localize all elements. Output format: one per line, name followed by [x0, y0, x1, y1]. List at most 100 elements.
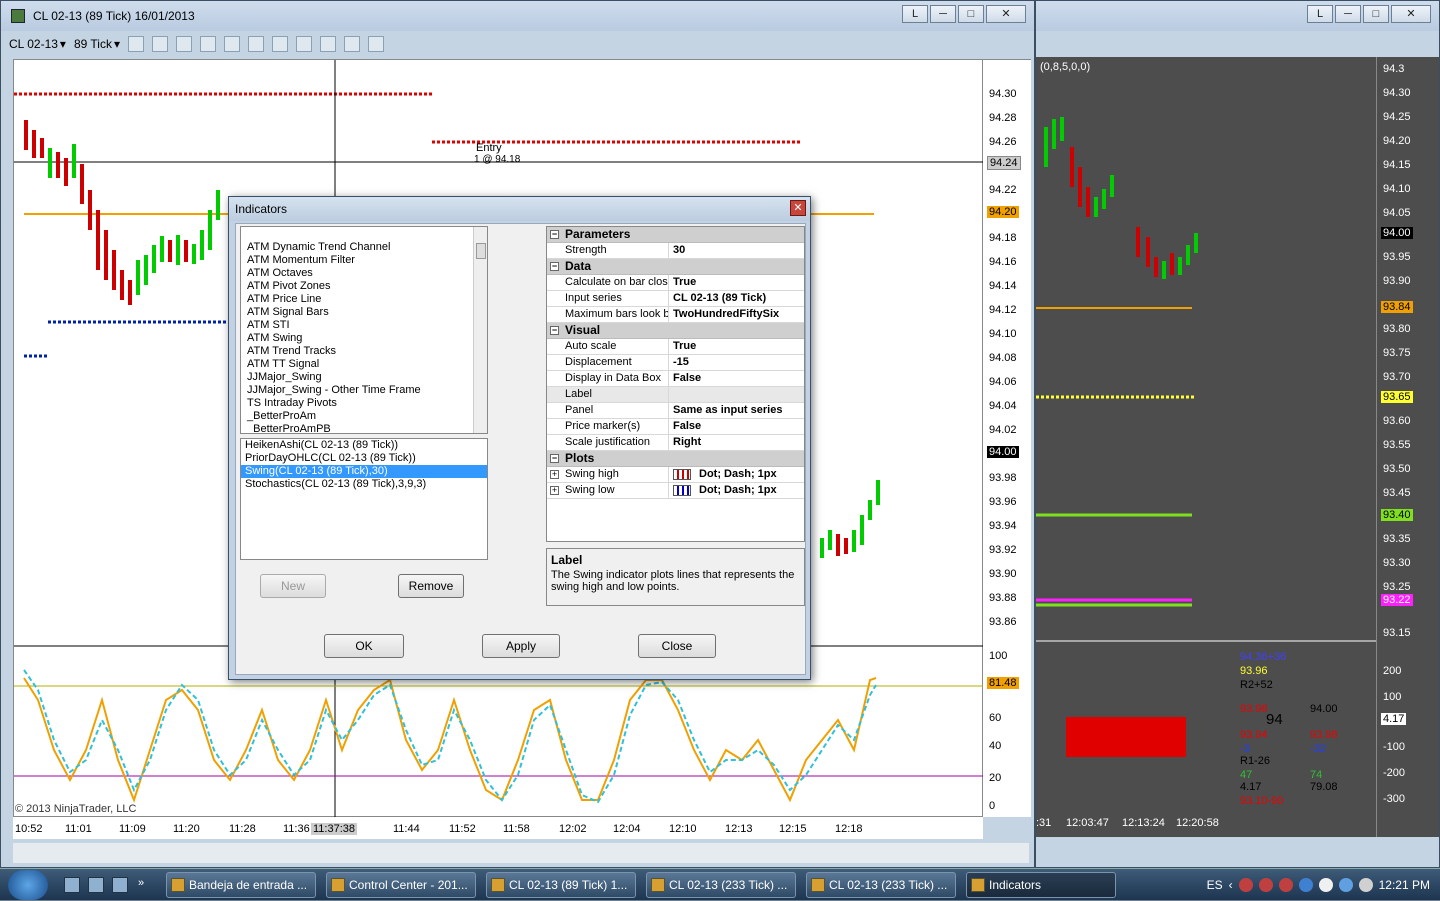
strategies-icon[interactable]: [296, 36, 312, 52]
chevron-right-icon[interactable]: »: [138, 877, 154, 893]
property-row[interactable]: Price marker(s) False: [547, 419, 804, 435]
list-item[interactable]: ATM Swing: [241, 332, 421, 345]
remove-button[interactable]: Remove: [398, 574, 464, 598]
property-row[interactable]: Strength 30: [547, 243, 804, 259]
tray-icon[interactable]: [1238, 878, 1253, 892]
tray-icon[interactable]: [1298, 878, 1313, 892]
list-item[interactable]: ATM STI: [241, 319, 421, 332]
price-chart-dark[interactable]: (0,8,5,0,0) 94.36+36 93.96 R2+52 93.98 9…: [1036, 57, 1376, 837]
close-button[interactable]: Close: [638, 634, 716, 658]
taskbar-item-active[interactable]: Indicators: [966, 872, 1116, 898]
tray-icon[interactable]: [1318, 878, 1333, 892]
add-icon[interactable]: [176, 36, 192, 52]
close-button[interactable]: ✕: [986, 5, 1026, 23]
property-row[interactable]: Calculate on bar close True: [547, 275, 804, 291]
property-row[interactable]: Scale justification Right: [547, 435, 804, 451]
time-axis[interactable]: 10:52 11:01 11:09 11:20 11:28 11:36 11:3…: [13, 817, 983, 839]
list-item[interactable]: ATM TT Signal: [241, 358, 421, 371]
taskbar-item[interactable]: CL 02-13 (89 Tick) 1...: [486, 872, 636, 898]
list-item[interactable]: HeikenAshi(CL 02-13 (89 Tick)): [241, 439, 487, 452]
new-button[interactable]: New: [260, 574, 326, 598]
horizontal-scrollbar[interactable]: [13, 843, 1029, 863]
list-item[interactable]: ATM Octaves: [241, 267, 421, 280]
expand-icon[interactable]: +: [550, 470, 559, 479]
close-icon[interactable]: ✕: [790, 200, 806, 216]
crosshair-icon[interactable]: [224, 36, 240, 52]
draw-tool-icon[interactable]: [152, 36, 168, 52]
category-plots[interactable]: − Plots: [547, 451, 804, 467]
vertical-scrollbar[interactable]: [473, 227, 487, 433]
indicators-icon[interactable]: [272, 36, 288, 52]
property-row[interactable]: Display in Data Box False: [547, 371, 804, 387]
tray-icon[interactable]: [1258, 878, 1273, 892]
language-indicator[interactable]: ES: [1207, 878, 1223, 892]
quicklaunch-icon[interactable]: [112, 877, 128, 893]
property-row[interactable]: + Swing high Dot; Dash; 1px: [547, 467, 804, 483]
bar-style-icon[interactable]: [128, 36, 144, 52]
clock[interactable]: 12:21 PM: [1379, 878, 1430, 892]
link-button[interactable]: L: [902, 5, 928, 23]
category-parameters[interactable]: − Parameters: [547, 227, 804, 243]
volume-icon[interactable]: [1358, 878, 1373, 892]
applied-indicators-list[interactable]: HeikenAshi(CL 02-13 (89 Tick)) PriorDayO…: [240, 438, 488, 560]
title-bar[interactable]: L ─ □ ✕: [1036, 1, 1439, 31]
collapse-icon[interactable]: −: [550, 262, 559, 271]
list-item[interactable]: _BetterProAmPB: [241, 423, 421, 433]
list-item[interactable]: ATM Momentum Filter: [241, 254, 421, 267]
price-axis[interactable]: 94.30 94.28 94.26 94.24 94.22 94.20 94.1…: [983, 59, 1031, 817]
list-item[interactable]: JJMajor_Swing: [241, 371, 421, 384]
taskbar-item[interactable]: CL 02-13 (233 Tick) ...: [806, 872, 956, 898]
chart-window-right[interactable]: L ─ □ ✕ (0,8,5,0,0) 94.36+36 93.96 R2+52…: [1035, 0, 1440, 868]
indicators-dialog[interactable]: Indicators ✕ ATM Dynamic Trend Channel A…: [228, 196, 811, 680]
apply-button[interactable]: Apply: [482, 634, 560, 658]
list-item-selected[interactable]: Swing(CL 02-13 (89 Tick),30): [241, 465, 487, 478]
taskbar-item[interactable]: Bandeja de entrada ...: [166, 872, 316, 898]
collapse-icon[interactable]: −: [550, 326, 559, 335]
collapse-icon[interactable]: −: [550, 230, 559, 239]
ok-button[interactable]: OK: [324, 634, 404, 658]
tray-icon[interactable]: [1278, 878, 1293, 892]
properties-icon[interactable]: [320, 36, 336, 52]
instrument-selector[interactable]: CL 02-13 ▾: [9, 37, 66, 51]
minimize-button[interactable]: ─: [930, 5, 956, 23]
dollar-icon[interactable]: [344, 36, 360, 52]
category-visual[interactable]: − Visual: [547, 323, 804, 339]
list-item[interactable]: _BetterProAm: [241, 410, 421, 423]
remove-draw-icon[interactable]: [200, 36, 216, 52]
expand-icon[interactable]: +: [550, 486, 559, 495]
dialog-title-bar[interactable]: Indicators ✕: [229, 197, 810, 221]
property-row[interactable]: Panel Same as input series: [547, 403, 804, 419]
network-icon[interactable]: [1338, 878, 1353, 892]
quicklaunch-icon[interactable]: [88, 877, 104, 893]
taskbar-item[interactable]: Control Center - 201...: [326, 872, 476, 898]
property-row[interactable]: Label: [547, 387, 804, 403]
list-item[interactable]: JJMajor_Swing - Other Time Frame: [241, 384, 421, 397]
property-row[interactable]: + Swing low Dot; Dash; 1px: [547, 483, 804, 499]
maximize-button[interactable]: □: [1363, 5, 1389, 23]
property-grid[interactable]: − Parameters Strength 30 − Data Calculate o…: [546, 226, 805, 542]
list-item[interactable]: ATM Pivot Zones: [241, 280, 421, 293]
list-item[interactable]: PriorDayOHLC(CL 02-13 (89 Tick)): [241, 452, 487, 465]
quicklaunch-icon[interactable]: [64, 877, 80, 893]
taskbar-item[interactable]: CL 02-13 (233 Tick) ...: [646, 872, 796, 898]
property-row[interactable]: Maximum bars look backTwoHundredFiftySix: [547, 307, 804, 323]
close-button[interactable]: ✕: [1391, 5, 1431, 23]
price-axis-dark[interactable]: 94.3 94.30 94.25 94.20 94.15 94.10 94.05…: [1376, 57, 1439, 837]
interval-selector[interactable]: 89 Tick ▾: [74, 37, 120, 51]
scroll-thumb[interactable]: [476, 243, 486, 259]
available-indicators-list[interactable]: ATM Dynamic Trend Channel ATM Momentum F…: [240, 226, 488, 434]
list-item[interactable]: ATM Trend Tracks: [241, 345, 421, 358]
title-bar[interactable]: CL 02-13 (89 Tick) 16/01/2013 L ─ □ ✕: [1, 1, 1034, 31]
category-data[interactable]: − Data: [547, 259, 804, 275]
list-item[interactable]: TS Intraday Pivots: [241, 397, 421, 410]
data-box-icon[interactable]: [368, 36, 384, 52]
list-item[interactable]: ATM Price Line: [241, 293, 421, 306]
property-row[interactable]: Auto scale True: [547, 339, 804, 355]
collapse-icon[interactable]: −: [550, 454, 559, 463]
list-item[interactable]: ATM Signal Bars: [241, 306, 421, 319]
property-row[interactable]: Input series CL 02-13 (89 Tick): [547, 291, 804, 307]
maximize-button[interactable]: □: [958, 5, 984, 23]
chevron-left-icon[interactable]: ‹: [1229, 878, 1233, 892]
list-item[interactable]: Stochastics(CL 02-13 (89 Tick),3,9,3): [241, 478, 487, 491]
property-row[interactable]: Displacement -15: [547, 355, 804, 371]
